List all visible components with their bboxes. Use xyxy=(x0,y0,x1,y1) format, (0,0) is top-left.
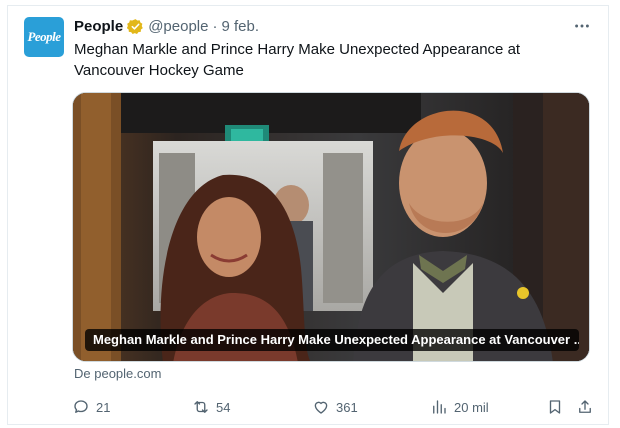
tweet-text: Meghan Markle and Prince Harry Make Unex… xyxy=(74,41,521,79)
media-caption: Meghan Markle and Prince Harry Make Unex… xyxy=(85,329,579,351)
account-handle[interactable]: @people xyxy=(148,18,208,35)
repost-count: 54 xyxy=(216,399,231,415)
media-card[interactable]: Meghan Markle and Prince Harry Make Unex… xyxy=(72,92,590,362)
media-image xyxy=(73,93,589,361)
share-icon xyxy=(579,400,591,413)
tweet-header: People @people · 9 feb. xyxy=(74,16,259,36)
link-source[interactable]: De people.com xyxy=(74,366,161,381)
views-button[interactable]: 20 mil xyxy=(430,396,489,418)
reply-count: 21 xyxy=(96,399,111,415)
action-bar: 21 54 361 20 mil xyxy=(72,396,594,418)
repost-button[interactable]: 54 xyxy=(192,396,230,418)
bookmark-icon xyxy=(549,400,561,414)
bookmark-button[interactable] xyxy=(546,396,564,418)
avatar[interactable]: People xyxy=(24,17,64,57)
like-button[interactable]: 361 xyxy=(312,396,358,418)
verified-badge-icon xyxy=(127,18,144,35)
like-count: 361 xyxy=(336,399,358,415)
reply-button[interactable]: 21 xyxy=(72,396,110,418)
account-name[interactable]: People xyxy=(74,18,123,35)
avatar-logo-text: People xyxy=(27,29,61,44)
views-count: 20 mil xyxy=(454,399,489,415)
share-button[interactable] xyxy=(576,396,594,418)
header-separator: · xyxy=(212,17,218,35)
repost-icon xyxy=(194,401,208,413)
more-options-icon[interactable] xyxy=(572,16,592,36)
heart-icon xyxy=(314,401,328,414)
reply-icon xyxy=(74,400,88,413)
analytics-icon xyxy=(433,400,446,414)
tweet-card[interactable]: People People @people · 9 feb. Meghan Ma… xyxy=(7,5,609,425)
tweet-date[interactable]: 9 feb. xyxy=(221,18,259,35)
